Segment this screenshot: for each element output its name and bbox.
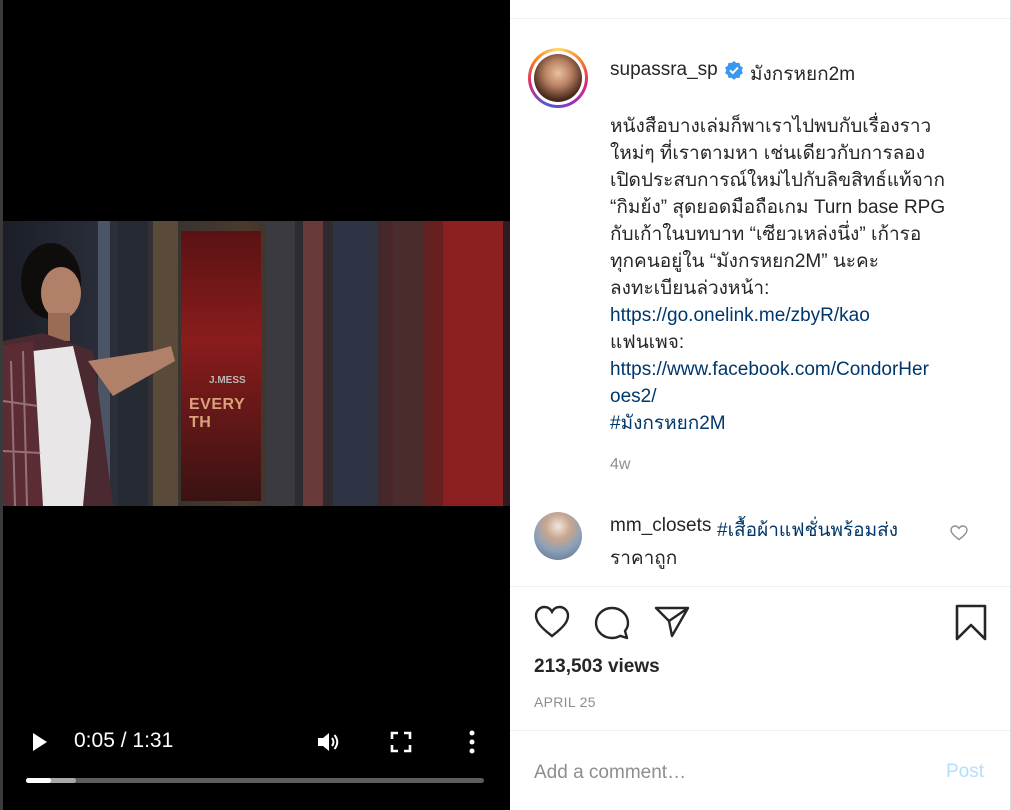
bookmark-icon bbox=[955, 604, 987, 641]
like-button[interactable] bbox=[534, 605, 570, 639]
poster-text: EVERY TH bbox=[189, 396, 245, 431]
volume-button[interactable] bbox=[316, 730, 342, 754]
kebab-menu-icon bbox=[469, 730, 475, 754]
time-display: 0:05 / 1:31 bbox=[74, 729, 173, 753]
heart-icon bbox=[534, 605, 570, 638]
post-caption: หนังสือบางเล่มก็พาเราไปพบกับเรื่องราวใหม… bbox=[610, 113, 980, 437]
heart-outline-icon bbox=[950, 525, 968, 541]
share-button[interactable] bbox=[654, 605, 690, 639]
commenter-avatar[interactable] bbox=[534, 512, 582, 560]
caption-line: หนังสือบางเล่มก็พาเราไปพบกับเรื่องราว bbox=[610, 116, 932, 137]
more-options-button[interactable] bbox=[462, 729, 482, 755]
paper-plane-icon bbox=[654, 606, 690, 638]
top-divider bbox=[510, 18, 1011, 19]
caption-line: ทุกคนอยู่ใน “มังกรหยก2M” นะคะ bbox=[610, 251, 879, 272]
play-icon bbox=[33, 733, 47, 751]
caption-line: ลงทะเบียนล่วงหน้า: bbox=[610, 278, 770, 299]
shelf-spine bbox=[303, 221, 323, 506]
view-count[interactable]: 213,503 views bbox=[534, 656, 660, 678]
comment-username[interactable]: mm_closets bbox=[610, 515, 711, 537]
caption-line: เปิดประสบการณ์ใหม่ไปกับลิขสิทธ์แท้จาก bbox=[610, 170, 945, 191]
post-age[interactable]: 4w bbox=[610, 456, 630, 474]
caption-link[interactable]: https://go.onelink.me/zbyR/kao bbox=[610, 302, 980, 329]
video-player[interactable]: J.MESS EVERY TH 0:05 / 1:31 bbox=[0, 0, 510, 810]
poster-text-top: J.MESS bbox=[209, 375, 246, 386]
add-comment-input[interactable] bbox=[534, 758, 924, 788]
comment-like-button[interactable] bbox=[950, 525, 968, 541]
caption-line: แฟนเพจ: bbox=[610, 332, 685, 353]
speaker-icon bbox=[318, 733, 339, 751]
post-date[interactable]: APRIL 25 bbox=[534, 694, 596, 710]
comment-button[interactable] bbox=[594, 605, 630, 641]
played-bar bbox=[26, 778, 52, 783]
woman-figure bbox=[3, 243, 175, 506]
avatar-photo bbox=[534, 54, 582, 102]
caption-line: กับเก้าในบทบาท “เซียวเหล่งนึ่ง” เก้ารอ bbox=[610, 224, 922, 245]
caption-link[interactable]: #มังกรหยก2M bbox=[610, 410, 980, 437]
story-ring[interactable] bbox=[528, 48, 588, 108]
post-comment-button[interactable]: Post bbox=[946, 761, 984, 783]
current-time: 0:05 bbox=[74, 729, 115, 752]
comment-text: ราคาถูก bbox=[610, 548, 678, 569]
fullscreen-button[interactable] bbox=[390, 731, 412, 753]
shelf-spine bbox=[333, 221, 378, 506]
speech-bubble-icon bbox=[594, 606, 630, 640]
post-location[interactable]: มังกรหยก2m bbox=[750, 59, 855, 89]
post-username[interactable]: supassra_sp bbox=[610, 59, 718, 81]
caption-line: “กิมย้ง” สุดยอดมือถือเกม Turn base RPG bbox=[610, 197, 946, 218]
save-button[interactable] bbox=[954, 604, 988, 642]
post-panel: supassra_sp มังกรหยก2m หนังสือบางเล่มก็พ… bbox=[510, 0, 1011, 810]
video-frame[interactable]: J.MESS EVERY TH bbox=[3, 221, 510, 506]
fullscreen-icon bbox=[390, 731, 412, 753]
caption-link[interactable]: https://www.facebook.com/CondorHer bbox=[610, 356, 980, 383]
shelf-spine bbox=[265, 221, 295, 506]
verified-badge-icon bbox=[724, 60, 744, 80]
duration: 1:31 bbox=[132, 729, 174, 752]
divider bbox=[510, 730, 1010, 731]
shelf-spine bbox=[443, 221, 503, 506]
divider bbox=[510, 586, 1010, 587]
comment-hashtag[interactable]: #เสื้อผ้าแฟชั่นพร้อมส่ง bbox=[717, 515, 898, 545]
caption-link[interactable]: oes2/ bbox=[610, 383, 980, 410]
video-progress-bar[interactable] bbox=[26, 778, 484, 783]
time-separator: / bbox=[114, 729, 133, 752]
poster: J.MESS EVERY TH bbox=[181, 231, 261, 501]
play-button[interactable] bbox=[30, 730, 50, 754]
shelf-spine bbox=[393, 221, 423, 506]
avatar[interactable] bbox=[531, 51, 585, 105]
caption-line: ใหม่ๆ ที่เราตามหา เช่นเดียวกับการลอง bbox=[610, 143, 925, 164]
